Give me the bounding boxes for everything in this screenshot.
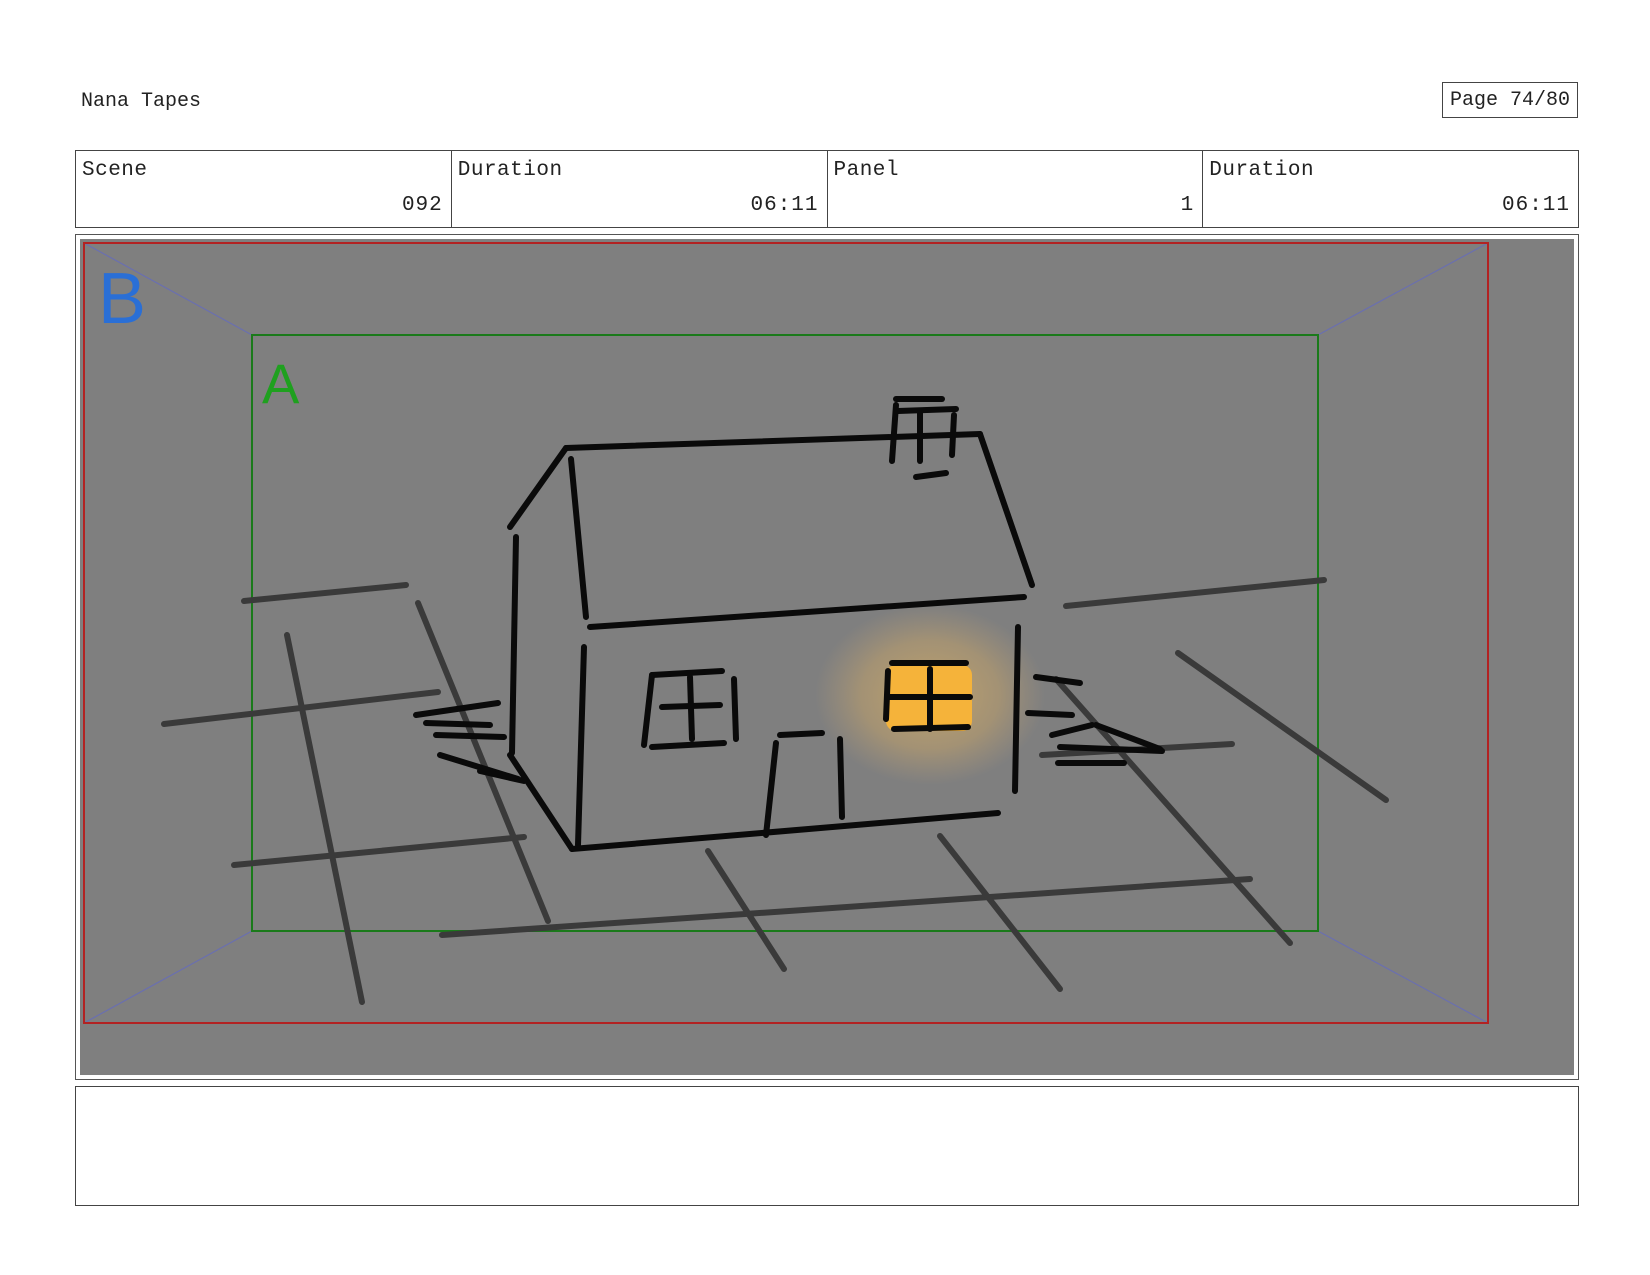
scene-duration-value: 06:11 xyxy=(750,194,819,217)
scene-duration-cell: Duration 06:11 xyxy=(452,151,828,227)
outer-field-label: B xyxy=(98,259,146,339)
ground-lines xyxy=(161,577,1389,1005)
panel-duration-value: 06:11 xyxy=(1501,194,1570,217)
inner-field-border xyxy=(251,334,1319,932)
info-table: Scene 092 Duration 06:11 Panel 1 Duratio… xyxy=(75,150,1579,228)
scene-label: Scene xyxy=(82,159,148,182)
panel-value: 1 xyxy=(1180,194,1195,217)
scene-cell: Scene 092 xyxy=(76,151,452,227)
caption-box[interactable] xyxy=(75,1086,1579,1206)
scene-value: 092 xyxy=(401,194,443,217)
scene-duration-label: Duration xyxy=(457,159,563,182)
storyboard-frame: B A xyxy=(75,234,1579,1080)
panel-label: Panel xyxy=(833,159,900,182)
panel-duration-cell: Duration 06:11 xyxy=(1203,151,1578,227)
inner-field-label: A xyxy=(262,352,300,415)
project-title: Nana Tapes xyxy=(81,90,202,113)
panel-cell: Panel 1 xyxy=(828,151,1204,227)
house-sketch-icon: B A xyxy=(83,242,1489,1024)
house xyxy=(413,396,1165,852)
storyboard-drawing: B A xyxy=(80,239,1574,1075)
page-number: Page 74/80 xyxy=(1442,82,1578,118)
panel-duration-label: Duration xyxy=(1209,159,1315,182)
